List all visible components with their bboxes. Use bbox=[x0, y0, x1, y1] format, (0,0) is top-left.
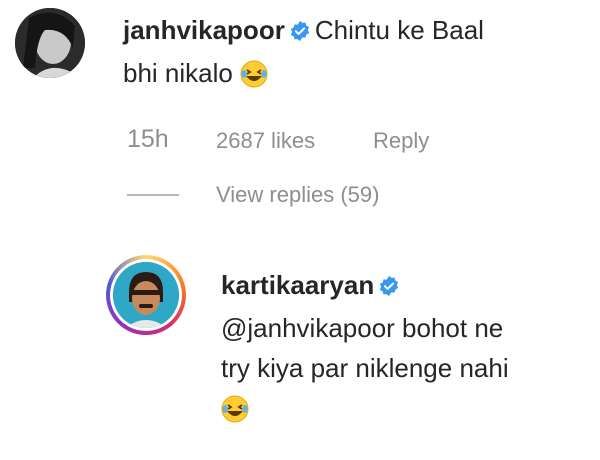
comment-time: 15h bbox=[127, 125, 169, 153]
comment-username[interactable]: janhvikapoor bbox=[123, 15, 285, 45]
comment-text: janhvikapoor Chintu ke Baal bhi nikalo bbox=[123, 10, 573, 99]
reply-text-line2: try kiya par niklenge nahi bbox=[221, 353, 509, 383]
reply-text: kartikaaryan @janhvikapoor bohot ne try … bbox=[221, 265, 591, 434]
verified-badge-icon bbox=[289, 13, 311, 53]
reply-button[interactable]: Reply bbox=[373, 128, 429, 154]
avatar-photo-icon bbox=[15, 8, 85, 78]
comment-likes[interactable]: 2687 likes bbox=[216, 128, 315, 154]
reply-mention[interactable]: @janhvikapoor bbox=[221, 313, 395, 343]
laughing-tears-emoji-icon bbox=[221, 394, 249, 434]
view-replies-link[interactable]: View replies (59) bbox=[216, 182, 379, 208]
avatar-cartoon-icon bbox=[113, 262, 179, 328]
reply-text-line1: bohot ne bbox=[394, 313, 504, 343]
laughing-tears-emoji-icon bbox=[240, 59, 268, 99]
view-replies-divider bbox=[127, 194, 179, 196]
avatar-kartikaaryan[interactable] bbox=[110, 259, 182, 331]
comment-text-line2: bhi nikalo bbox=[123, 58, 233, 88]
reply-username[interactable]: kartikaaryan bbox=[221, 270, 374, 300]
verified-badge-icon bbox=[378, 268, 400, 308]
comment-text-line1: Chintu ke Baal bbox=[314, 15, 484, 45]
avatar-janhvikapoor[interactable] bbox=[15, 8, 85, 78]
